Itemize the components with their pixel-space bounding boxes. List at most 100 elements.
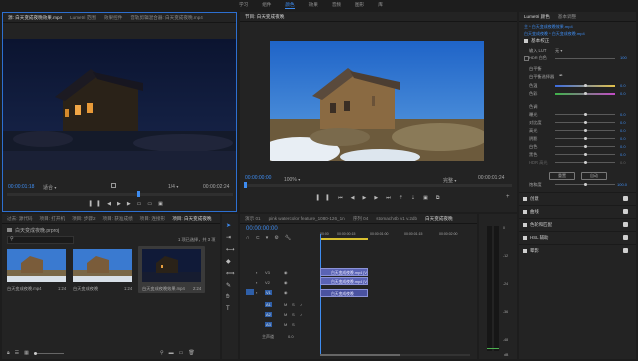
menu-item[interactable]: 图形 [355,2,364,9]
lumetri-section[interactable]: 色轮和匹配 [519,218,636,230]
tone-knob[interactable] [584,145,587,148]
lumetri-section[interactable]: 曲线 [519,205,636,217]
eye-icon[interactable]: ◉ [284,270,288,275]
lock-icon[interactable]: 🔒︎ [7,350,10,356]
hand-tool-icon[interactable]: ✋︎ [226,294,235,301]
section-enable-checkbox[interactable] [623,248,628,253]
tab-project-4[interactable]: 项目: 获准成绩 [103,216,133,222]
step-back-icon[interactable]: ◀ [107,201,111,207]
snap-icon[interactable]: ∩ [246,235,250,241]
marker-icon[interactable]: ▾ [266,235,269,241]
hdr-value[interactable]: 100 [620,55,627,60]
find-icon[interactable]: ⚲ [160,350,164,356]
plus-icon[interactable]: + [506,194,510,200]
tint-knob[interactable] [584,92,587,95]
lumetri-section[interactable]: 创意 [519,192,636,204]
tone-knob[interactable] [584,161,587,164]
mark-out-icon[interactable]: ▌ [327,195,331,201]
tone-value[interactable]: 0.0 [620,144,626,149]
timeline-clip-v1[interactable]: 白天变成夜晚 [320,289,368,297]
section-checkbox[interactable] [523,210,527,214]
overwrite-icon[interactable]: ▭ [147,201,152,207]
tint-value[interactable]: 0.0 [620,91,626,96]
wb-header[interactable]: 白平衡 [529,66,542,72]
source-patch-v1[interactable] [246,289,254,295]
fx-toggle[interactable] [524,39,528,43]
step-forward-icon[interactable]: ▶ [127,201,131,207]
menu-item[interactable]: 效果 [309,2,318,9]
program-quality-select[interactable]: 完整 ▾ [443,177,456,184]
new-bin-icon[interactable]: ▬ [169,350,174,356]
work-area-bar[interactable] [320,238,368,240]
project-search[interactable]: ⚲ [7,236,74,244]
program-timecode[interactable]: 00:00:00:00 [245,175,271,181]
source-ratio-select[interactable]: 1/4 ▾ [168,184,178,190]
tab-source[interactable]: 源: 白天变成夜晚效果.mp4 [8,15,62,21]
menu-item[interactable]: 组件 [262,2,271,9]
reset-button[interactable]: 重置 [549,172,575,180]
section-checkbox[interactable] [523,223,527,227]
hdr-slider[interactable] [555,58,615,59]
tab-audio-mixer[interactable]: 音轨剪辑混合器: 白天变成夜晚.mp4 [130,15,203,21]
tab-project-2[interactable]: 项目: 打开机 [40,216,66,222]
auto-button[interactable]: 自动 [581,172,607,180]
section-enable-checkbox[interactable] [623,209,628,214]
go-to-out-icon[interactable]: ⏭ [386,195,391,201]
menu-item[interactable]: 颜色 [285,2,295,9]
settings-icon[interactable] [111,183,116,188]
tone-knob[interactable] [584,113,587,116]
go-to-in-icon[interactable]: ⏮ [338,195,343,201]
tone-knob[interactable] [584,129,587,132]
mic-icon[interactable]: ♪ [300,302,302,307]
icon-view-icon[interactable]: ▦ [24,350,29,356]
play-icon[interactable]: ▶ [117,201,121,207]
solo-button[interactable]: S [292,322,295,327]
program-zoom-select[interactable]: 100% ▾ [284,177,300,183]
section-basic[interactable]: 基本校正 [531,38,549,44]
lumetri-section[interactable]: 晕影 [519,244,636,256]
eyedropper-icon[interactable]: ✒ [559,73,563,79]
step-forward-icon[interactable]: ▶ [374,195,378,201]
tab-sequence-3[interactable]: 序列 04 [353,216,369,222]
lumetri-subclip-select[interactable]: 白天变成夜晚 * 白天变成夜晚.mp4 [524,31,585,37]
scroll-thumb[interactable] [320,354,400,356]
mute-button[interactable]: M [284,322,287,327]
tone-knob[interactable] [584,121,587,124]
tone-value[interactable]: 0.0 [620,160,626,165]
mark-in-icon[interactable]: ▐ [88,201,92,207]
tab-lumetri-scopes[interactable]: Lumetri 范围 [70,15,96,21]
tone-value[interactable]: 0.0 [620,120,626,125]
tone-value[interactable]: 0.0 [620,112,626,117]
mute-button[interactable]: M [284,302,287,307]
tab-sequence-2[interactable]: pink watercolor feature_1080-126_1n [269,216,345,221]
project-item-thumb[interactable] [73,249,132,282]
insert-icon[interactable]: ▭ [137,201,142,207]
source-timecode[interactable]: 00:00:01:18 [8,184,34,190]
project-item-thumb[interactable] [7,249,66,282]
section-enable-checkbox[interactable] [623,196,628,201]
tone-knob[interactable] [584,137,587,140]
type-tool-icon[interactable]: T [226,306,235,312]
step-back-icon[interactable]: ◀ [351,195,355,201]
mark-in-icon[interactable]: ▐ [315,195,319,201]
tone-value[interactable]: 0.0 [620,152,626,157]
tab-effect-controls[interactable]: 效果控件 [104,15,122,21]
lock-icon[interactable]: ▪ [256,280,257,285]
tab-project-5[interactable]: 项目: 连接形 [140,216,166,222]
mute-button[interactable]: M [284,312,287,317]
track-select-icon[interactable]: ⇥ [226,234,235,241]
lift-icon[interactable]: ⇡ [399,195,403,201]
source-playhead[interactable] [137,191,140,197]
wrench-icon[interactable]: 🔧︎ [285,235,291,241]
tab-program[interactable]: 节目: 白天变成夜晚 [245,14,284,20]
tab-project-3[interactable]: 项目: 步骤2 [72,216,95,222]
temp-knob[interactable] [584,84,587,87]
settings-icon[interactable]: ⚙ [274,235,278,241]
tone-header[interactable]: 色调 [529,104,537,110]
program-playhead[interactable] [244,182,247,188]
tab-project-6[interactable]: 项目: 白天变成夜晚 [172,216,211,222]
temp-value[interactable]: 0.0 [620,83,626,88]
source-scrub-bar[interactable] [7,191,233,197]
source-fit-select[interactable]: 适合 ▾ [43,184,56,191]
section-enable-checkbox[interactable] [623,222,628,227]
